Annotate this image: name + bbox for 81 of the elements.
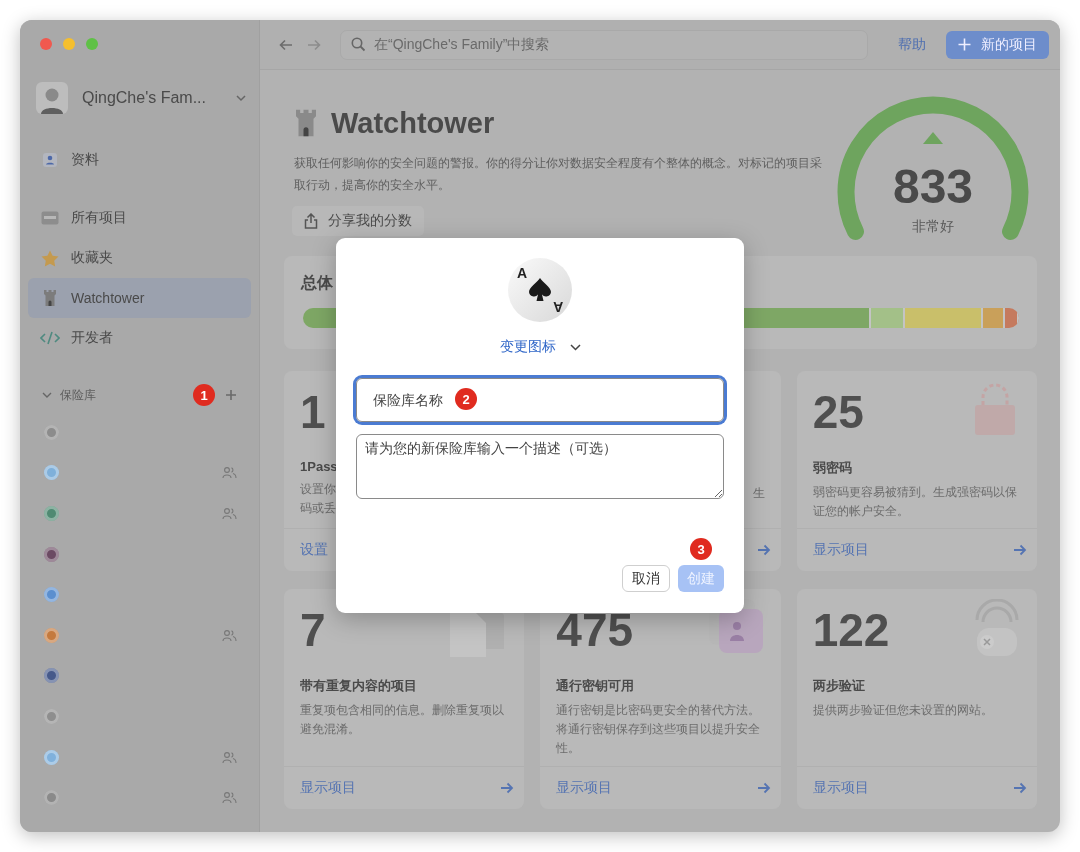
show-items-link[interactable]: 设置 xyxy=(300,541,328,559)
description-text: 获取任何影响你的安全问题的警报。你的得分让你对数据安全程度有个整体的概念。对标记的项目采取行动，提高你的安全水平。 xyxy=(294,155,823,194)
zoom-button[interactable] xyxy=(86,38,98,50)
section-title: 总体 xyxy=(301,273,333,293)
step-badge: 3 xyxy=(690,538,712,560)
vault-icon[interactable] xyxy=(44,424,59,440)
card-description: 提供两步验证但您未设置的网站。 xyxy=(812,702,994,719)
spade-icon xyxy=(528,277,552,303)
search-icon xyxy=(351,37,366,52)
card-description: 码或丢 xyxy=(300,500,337,517)
help-link[interactable]: 帮助 xyxy=(898,35,926,54)
arrow-right-icon xyxy=(1013,544,1027,556)
score-value: 833 xyxy=(892,162,974,212)
issue-count: 7 xyxy=(300,605,326,655)
minimize-button[interactable] xyxy=(63,38,75,50)
card-rank: A xyxy=(552,300,563,314)
arrow-right-icon xyxy=(756,544,771,556)
change-icon-link[interactable]: 变更图标 xyxy=(499,338,581,356)
tower-icon xyxy=(294,108,318,138)
sidebar-item[interactable]: Watchtower xyxy=(28,278,251,318)
arrow-right-icon xyxy=(756,782,771,794)
new-item-button[interactable]: 新的项目 xyxy=(946,30,1049,59)
add-icon xyxy=(225,389,237,401)
search-field[interactable]: 在“QingChe's Family”中搜索 xyxy=(340,29,868,60)
code-icon xyxy=(40,331,60,345)
issue-count: 1 xyxy=(300,387,326,437)
plus-icon xyxy=(958,38,971,51)
share-score-button[interactable]: 分享我的分数 xyxy=(292,206,424,236)
card-illustration xyxy=(975,599,1019,657)
vault-icon[interactable] xyxy=(44,587,59,603)
chevron-icon[interactable] xyxy=(42,391,52,399)
issue-count: 122 xyxy=(812,605,890,655)
show-items-link[interactable]: 显示项目 xyxy=(812,779,869,797)
card-title: 带有重复内容的项目 xyxy=(300,677,418,695)
vault-icon[interactable] xyxy=(44,465,59,481)
close-button[interactable] xyxy=(40,38,52,50)
sidebar-item[interactable]: 收藏夹 xyxy=(28,238,251,278)
score-rating: 非常好 xyxy=(912,218,954,236)
avatar-icon xyxy=(36,82,68,114)
step-badge: 1 xyxy=(193,384,215,406)
sidebar-item[interactable]: 开发者 xyxy=(28,318,251,358)
chevron-down-icon xyxy=(235,94,247,102)
section-label: 保险库 xyxy=(60,386,97,404)
vault-icon[interactable]: A A xyxy=(508,258,572,322)
show-items-link[interactable]: 显示项目 xyxy=(556,779,613,797)
sidebar-item[interactable]: 资料 xyxy=(28,140,251,180)
arrow-right-icon xyxy=(1013,782,1027,794)
account-name: QingChe's Fam... xyxy=(82,89,207,107)
card-title: 弱密码 xyxy=(812,459,853,477)
vault-icon[interactable] xyxy=(44,708,59,724)
cancel-button[interactable]: 取消 xyxy=(622,565,670,592)
arrow-right-icon xyxy=(500,782,515,794)
card-description: 重复项包含相同的信息。删除重复项以避免混淆。 xyxy=(300,702,505,738)
card-description: 通行密钥是比密码更安全的替代方法。将通行密钥保存到这些项目以提升安全性。 xyxy=(556,702,762,757)
tower-icon xyxy=(43,289,57,307)
chevron-down-icon xyxy=(569,343,581,351)
tray-icon xyxy=(41,211,59,225)
issue-count: 475 xyxy=(556,605,634,655)
vault-icon[interactable] xyxy=(44,790,59,806)
card-rank: A xyxy=(517,266,528,280)
share-icon xyxy=(304,213,318,229)
vault-icon[interactable] xyxy=(44,506,59,521)
page-title: Watchtower xyxy=(331,106,495,140)
card-title: 两步验证 xyxy=(812,677,866,695)
show-items-link[interactable]: 显示项目 xyxy=(300,779,356,797)
card-description: 生 xyxy=(752,485,765,502)
vault-icon[interactable] xyxy=(44,668,59,684)
star-icon xyxy=(41,249,59,267)
vault-icon[interactable] xyxy=(44,627,59,643)
show-items-link[interactable]: 显示项目 xyxy=(812,541,869,559)
card-description: 弱密码更容易被猜到。生成强密码以保证您的帐户安全。 xyxy=(812,484,1018,520)
vault-icon[interactable] xyxy=(44,546,59,562)
person-icon xyxy=(43,153,57,167)
card-title: 1Pass xyxy=(300,459,339,474)
step-badge: 2 xyxy=(455,388,477,410)
issue-count: 25 xyxy=(812,387,864,437)
vault-icon[interactable] xyxy=(44,749,59,765)
sidebar-item[interactable]: 所有项目 xyxy=(28,198,251,238)
description-field[interactable]: 请为您的新保险库输入一个描述（可选） xyxy=(356,434,724,499)
card-title: 通行密钥可用 xyxy=(556,677,636,695)
card-description: 设置你 xyxy=(300,481,337,498)
